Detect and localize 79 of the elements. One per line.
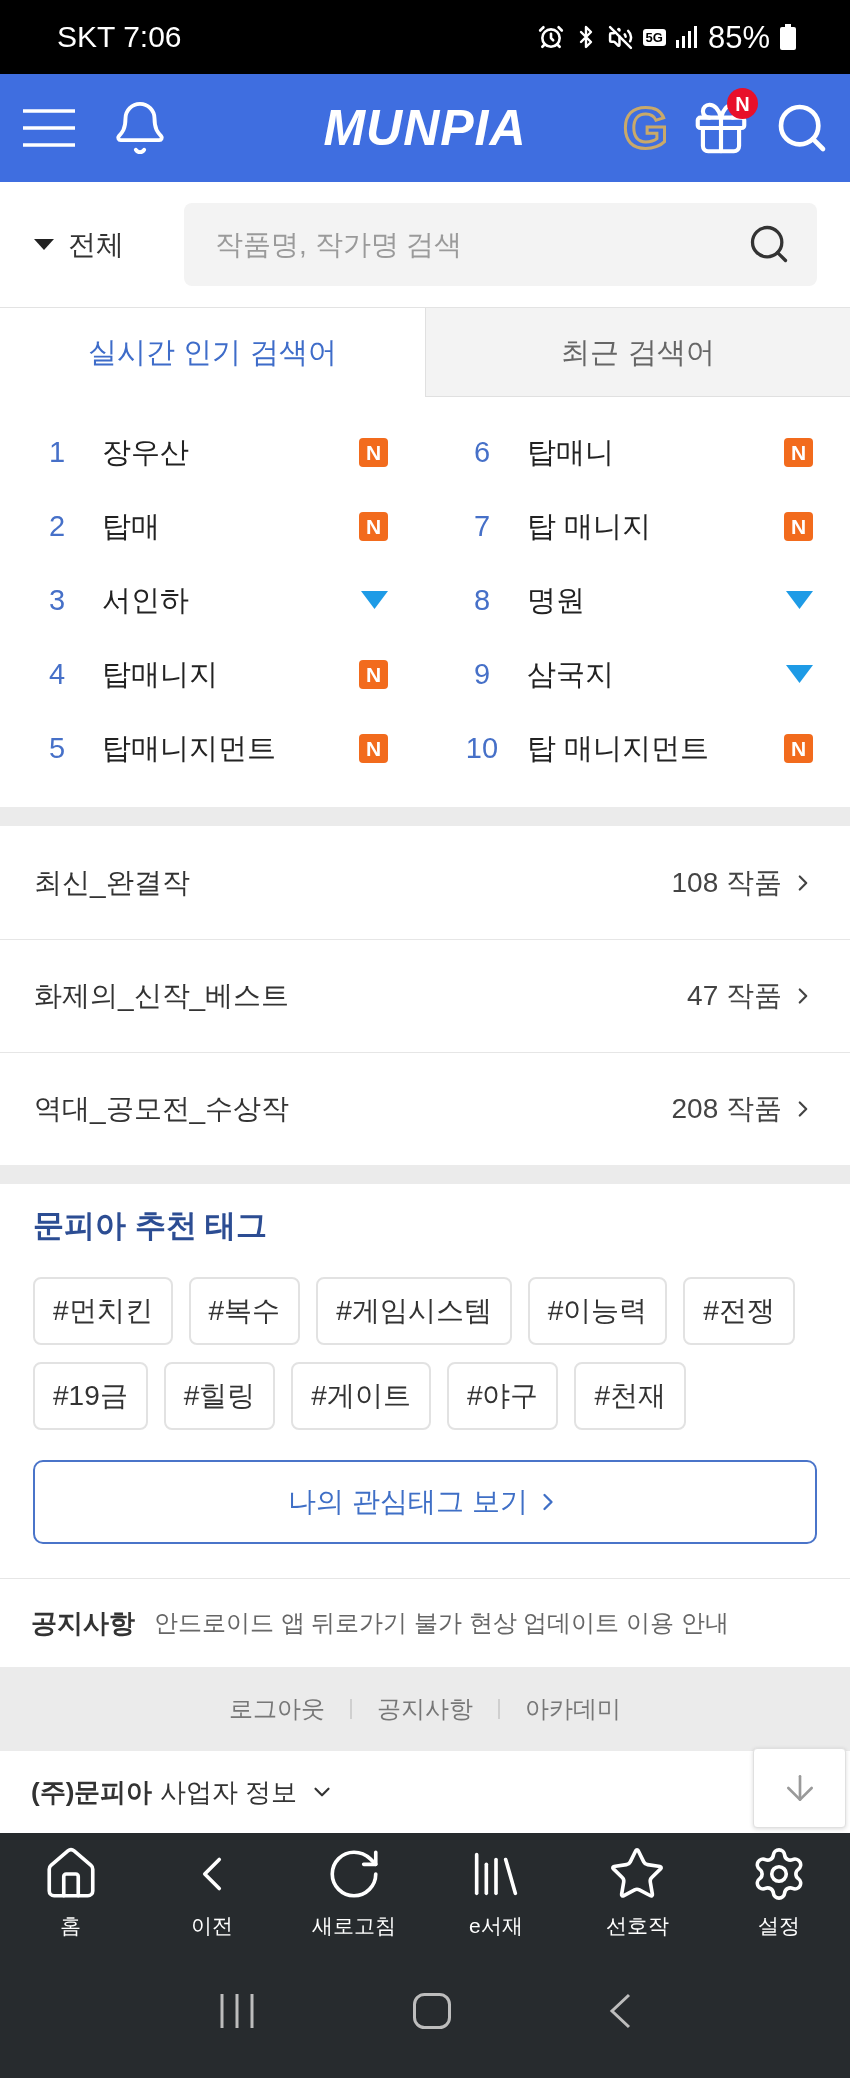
work-count: 108 작품 (671, 868, 782, 897)
new-badge: N (359, 733, 388, 763)
menu-icon[interactable] (23, 108, 75, 148)
chevron-left-icon[interactable] (609, 1992, 631, 2029)
rank-number: 10 (464, 733, 500, 763)
search-term-link[interactable]: 탑매니지 (102, 659, 359, 689)
collection-row[interactable]: 최신_완결작 108 작품 (0, 826, 850, 939)
collection-title: 역대_공모전_수상작 (34, 1095, 291, 1123)
tag-button[interactable]: #힐링 (163, 1362, 276, 1430)
nav-button[interactable]: 선호작 (566, 1845, 709, 1953)
rank-number: 5 (47, 733, 67, 763)
footer-link[interactable]: 공지사항 (377, 1697, 473, 1721)
down-triangle-icon (361, 591, 388, 609)
tag-button[interactable]: #게이트 (291, 1362, 431, 1430)
tag-button[interactable]: #복수 (188, 1277, 301, 1345)
new-badge: N (359, 437, 388, 467)
footer-link[interactable]: 아카데미 (525, 1697, 621, 1721)
nav-button[interactable]: 새로고침 (283, 1845, 425, 1953)
down-triangle-icon (786, 665, 813, 683)
logo[interactable]: MUNPIA (323, 103, 527, 153)
three-bars-icon[interactable] (219, 1993, 255, 2028)
work-count: 208 작품 (671, 1095, 782, 1123)
new-badge: N (784, 733, 813, 763)
search-term-link[interactable]: 탑매니지먼트 (102, 733, 359, 763)
new-badge: N (784, 437, 813, 467)
tag-button[interactable]: #게임시스템 (316, 1277, 512, 1345)
tag-button[interactable]: #먼치킨 (33, 1277, 173, 1345)
network-type: 5G (642, 28, 666, 46)
search-term-link[interactable]: 탑매 (102, 511, 359, 541)
tag-button[interactable]: #전쟁 (683, 1277, 795, 1345)
search-term-link[interactable]: 삼국지 (527, 659, 786, 689)
rank-number: 1 (47, 437, 67, 467)
tag-button[interactable]: #천재 (574, 1362, 687, 1430)
search-tab[interactable]: 최근 검색어 (425, 308, 850, 397)
rounded-square-icon[interactable] (413, 1992, 451, 2029)
search-term-link[interactable]: 탑매니 (527, 437, 784, 467)
down-triangle-icon (786, 591, 813, 609)
search-term-link[interactable]: 명원 (527, 585, 786, 615)
battery-icon (780, 24, 796, 50)
search-term-link[interactable]: 탑 매니지먼트 (527, 733, 784, 763)
collection-title: 화제의_신작_베스트 (34, 982, 291, 1010)
signal-icon (675, 26, 698, 48)
notice-link[interactable]: 안드로이드 앱 뒤로가기 불가 현상 업데이트 이용 안내 (154, 1611, 729, 1635)
notice-label: 공지사항 (31, 1610, 135, 1636)
nav-button[interactable]: 설정 (708, 1845, 850, 1953)
search-term-link[interactable]: 탑 매니지 (527, 511, 784, 541)
caret-down-icon (34, 239, 54, 250)
nav-button[interactable]: e서재 (425, 1845, 567, 1953)
collection-title: 최신_완결작 (34, 868, 191, 897)
new-badge: N (359, 511, 388, 541)
battery-percent: 85% (707, 21, 770, 53)
rank-number: 2 (47, 511, 67, 541)
rank-number: 7 (472, 511, 492, 541)
company-info-toggle[interactable]: (주)문피아 사업자 정보 (31, 1779, 335, 1805)
new-badge: N (784, 511, 813, 541)
rank-number: 6 (472, 437, 492, 467)
mute-icon (607, 24, 633, 50)
new-badge: N (359, 659, 388, 689)
tag-button[interactable]: #이능력 (527, 1277, 668, 1345)
section-title: 문피아 추천 태그 (33, 1207, 269, 1245)
work-count: 47 작품 (687, 982, 782, 1010)
search-field[interactable]: 작품명, 작가명 검색 (184, 203, 817, 286)
nav-button[interactable]: 홈 (0, 1845, 142, 1953)
search-term-link[interactable]: 서인하 (102, 585, 361, 615)
alarm-icon (537, 24, 564, 50)
tag-button[interactable]: #야구 (446, 1362, 559, 1430)
rank-number: 3 (47, 585, 67, 615)
collection-row[interactable]: 화제의_신작_베스트 47 작품 (0, 939, 850, 1052)
interest-tags-button[interactable]: 나의 관심태그 보기 (33, 1460, 817, 1544)
scope-dropdown[interactable]: 전체 (34, 230, 184, 259)
tag-button[interactable]: #19금 (33, 1362, 148, 1430)
search-term-link[interactable]: 장우산 (102, 437, 359, 467)
notification-badge: N (727, 88, 758, 119)
footer-link[interactable]: 로그아웃 (229, 1697, 325, 1721)
rank-number: 4 (47, 659, 67, 689)
rank-number: 9 (472, 659, 492, 689)
rank-number: 8 (472, 585, 492, 615)
status-time: SKT 7:06 (57, 22, 182, 52)
nav-button[interactable]: 이전 (141, 1845, 284, 1953)
